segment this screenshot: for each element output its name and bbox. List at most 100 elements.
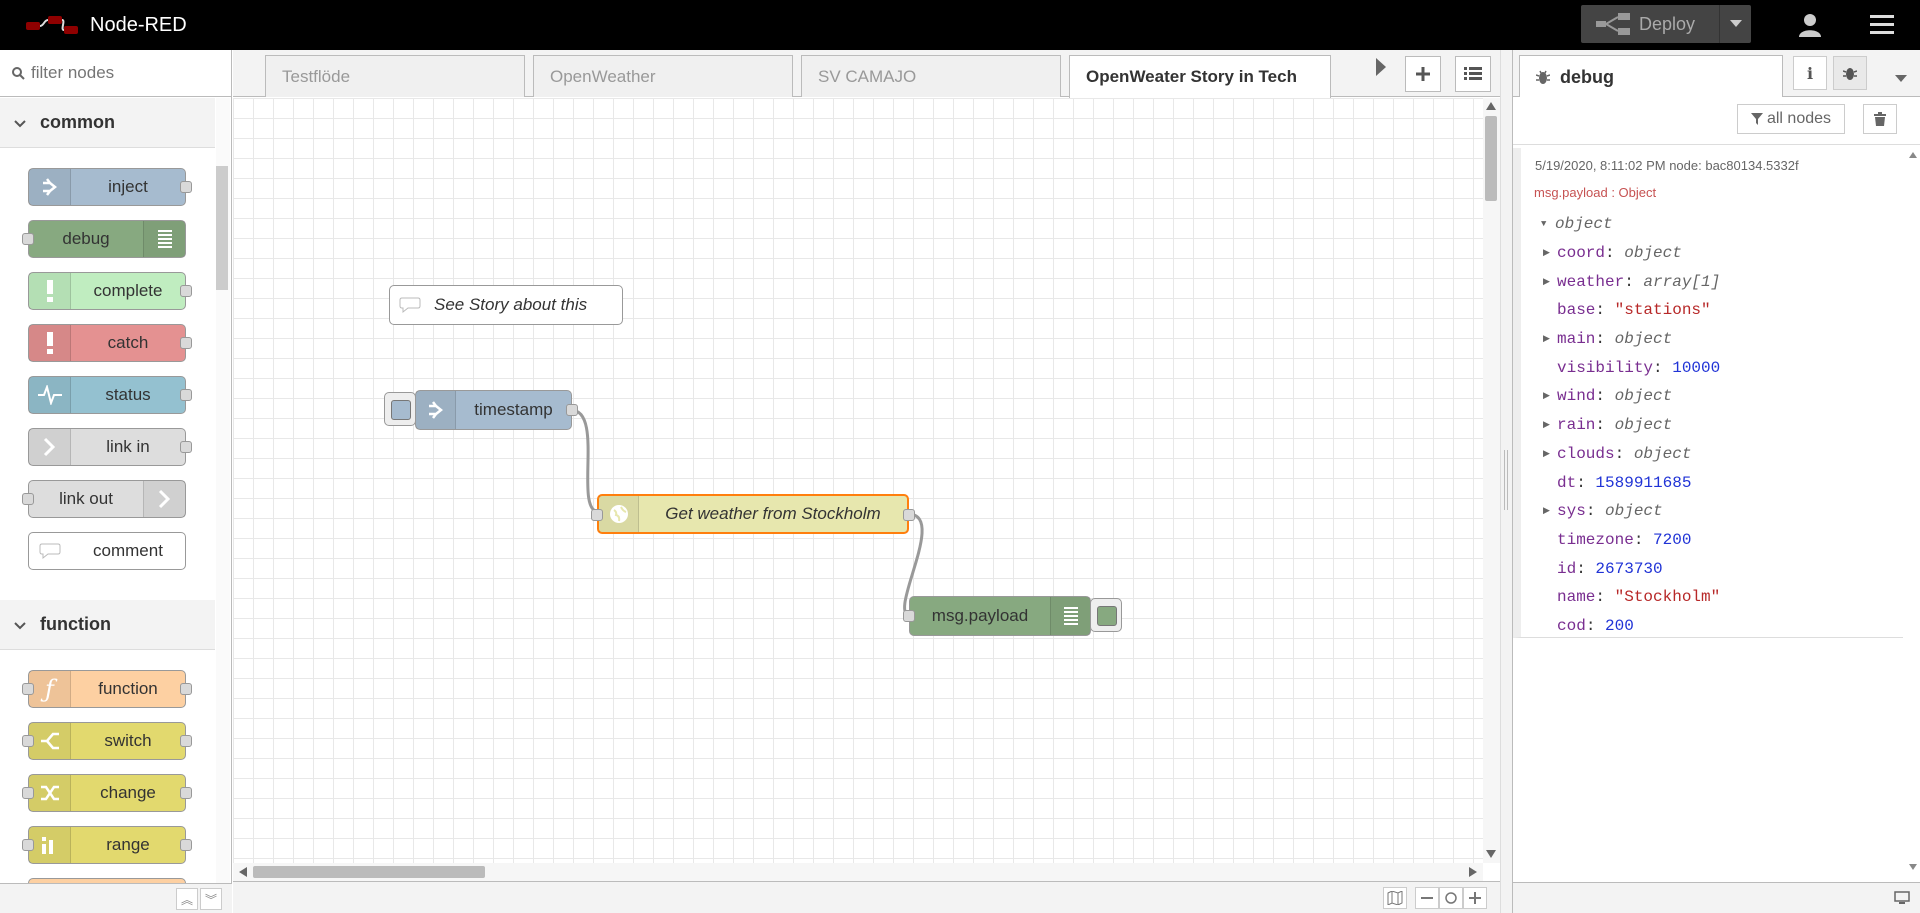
palette-node-complete[interactable]: complete <box>28 272 192 310</box>
tree-row-sys[interactable]: ▶ sys: object <box>1543 497 1720 526</box>
tree-row-main[interactable]: ▶ main: object <box>1543 325 1720 354</box>
list-flows-button[interactable] <box>1455 56 1491 92</box>
navigator-button[interactable] <box>1383 887 1407 909</box>
tree-row-rain[interactable]: ▶ rain: object <box>1543 411 1720 440</box>
filter-nodes-input[interactable] <box>31 63 221 83</box>
inject-arrow-icon <box>416 391 456 429</box>
palette-node-status[interactable]: status <box>28 376 192 414</box>
app-title: Node-RED <box>90 13 187 36</box>
sidebar-tab-debug[interactable]: debug <box>1519 55 1783 98</box>
tree-row-clouds[interactable]: ▶ clouds: object <box>1543 440 1720 469</box>
tab-openweater-story[interactable]: OpenWeater Story in Tech <box>1069 55 1331 98</box>
palette-node-link-in[interactable]: link in <box>28 428 192 466</box>
tree-value: "Stockholm" <box>1614 588 1721 607</box>
palette-node-inject[interactable]: inject <box>28 168 192 206</box>
palette-node-catch[interactable]: catch <box>28 324 192 362</box>
tab-scroll-right-icon[interactable] <box>1376 58 1386 81</box>
palette-node-range[interactable]: range <box>22 826 192 864</box>
debug-tab-button[interactable] <box>1833 56 1867 90</box>
caret-right-icon: ▶ <box>1543 420 1550 431</box>
deploy-menu-caret-icon[interactable] <box>1719 5 1751 43</box>
pulse-icon <box>29 377 71 413</box>
input-port[interactable] <box>903 610 915 622</box>
scroll-up-icon[interactable] <box>1909 152 1917 158</box>
zoom-reset-button[interactable] <box>1439 887 1463 909</box>
scroll-down-icon[interactable] <box>1909 864 1917 870</box>
palette-node-label: comment <box>93 541 163 560</box>
palette-node-switch[interactable]: switch <box>22 722 192 760</box>
tab-sv-camajo[interactable]: SV CAMAJO <box>801 55 1061 97</box>
palette-node-change[interactable]: change <box>22 774 192 812</box>
scrollbar-thumb[interactable] <box>216 166 228 290</box>
tree-row-weather[interactable]: ▶ weather: array[1] <box>1543 267 1720 296</box>
separator-grip[interactable] <box>1504 450 1508 510</box>
tab-openweather[interactable]: OpenWeather <box>533 55 793 97</box>
info-tab-button[interactable]: i <box>1793 56 1827 90</box>
tree-value: 2673730 <box>1595 559 1663 578</box>
filter-icon <box>1750 113 1763 125</box>
sidebar-scrollbar[interactable] <box>1905 148 1920 878</box>
tab-testflode[interactable]: Testflöde <box>265 55 525 97</box>
zoom-in-button[interactable] <box>1463 887 1487 909</box>
tree-root[interactable]: ▼ object <box>1541 210 1720 239</box>
scroll-left-icon[interactable] <box>239 867 247 877</box>
output-port <box>180 389 192 401</box>
user-menu-button[interactable] <box>1790 5 1830 45</box>
category-header-common[interactable]: common <box>0 98 215 148</box>
flow-node-get-weather[interactable]: Get weather from Stockholm <box>591 494 915 534</box>
open-debug-window-button[interactable] <box>1891 888 1913 908</box>
debug-toggle-button[interactable] <box>1090 598 1122 632</box>
scroll-up-icon[interactable] <box>1486 102 1496 110</box>
palette-node-label: range <box>106 835 150 854</box>
shuffle-icon <box>29 775 71 811</box>
scrollbar-thumb[interactable] <box>1485 116 1497 201</box>
palette-scrollbar[interactable] <box>216 98 230 913</box>
tree-value: object <box>1633 444 1692 463</box>
sidebar-separator[interactable] <box>1500 50 1512 913</box>
debug-list-icon <box>143 221 185 257</box>
output-port[interactable] <box>566 404 578 416</box>
flow-node-comment[interactable]: See Story about this <box>389 285 623 325</box>
palette-node-comment[interactable]: comment <box>28 532 186 570</box>
tree-value: array[1] <box>1643 272 1721 291</box>
palette-node-link-out[interactable]: link out <box>22 480 186 518</box>
tree-value: 1589911685 <box>1595 473 1692 492</box>
debug-filter-button[interactable]: all nodes <box>1737 104 1845 134</box>
canvas-horizontal-scrollbar[interactable] <box>233 863 1483 881</box>
add-flow-button[interactable] <box>1405 56 1441 92</box>
flow-node-msg-payload[interactable]: msg.payload <box>903 596 1091 636</box>
tree-separator: : <box>1595 301 1615 320</box>
output-port[interactable] <box>903 509 915 521</box>
scroll-down-icon[interactable] <box>1486 850 1496 858</box>
tree-row-wind[interactable]: ▶ wind: object <box>1543 382 1720 411</box>
palette-node-debug[interactable]: debug <box>22 220 186 258</box>
inject-arrow-icon <box>29 169 71 205</box>
caret-right-icon: ▶ <box>1543 248 1550 259</box>
deploy-button[interactable]: Deploy <box>1581 5 1751 43</box>
tree-key: timezone <box>1557 530 1634 549</box>
tree-row-coord[interactable]: ▶ coord: object <box>1543 239 1720 268</box>
expand-all-button[interactable]: ︾ <box>200 888 222 910</box>
sidebar-menu-caret-icon[interactable] <box>1895 70 1907 88</box>
flow-canvas[interactable]: See Story about this timestamp Get weath… <box>233 98 1483 863</box>
output-port <box>180 735 192 747</box>
range-icon <box>29 827 71 863</box>
canvas-vertical-scrollbar[interactable] <box>1483 98 1500 863</box>
sidebar-tabs: debug i <box>1513 50 1920 98</box>
category-header-function[interactable]: function <box>0 600 215 650</box>
collapse-all-button[interactable]: ︽ <box>176 888 198 910</box>
zoom-out-button[interactable] <box>1415 887 1439 909</box>
scroll-right-icon[interactable] <box>1469 867 1477 877</box>
plus-icon <box>1416 67 1430 81</box>
inject-trigger-button[interactable] <box>384 392 416 426</box>
palette-node-function[interactable]: ƒ function <box>22 670 192 708</box>
exclamation-icon <box>29 273 71 309</box>
clear-debug-button[interactable] <box>1863 104 1897 134</box>
palette-filter <box>0 50 232 97</box>
input-port[interactable] <box>591 509 603 521</box>
scrollbar-thumb[interactable] <box>253 866 485 878</box>
flow-node-timestamp[interactable]: timestamp <box>415 390 578 430</box>
palette-node-label: switch <box>104 731 152 750</box>
main-menu-button[interactable] <box>1862 5 1902 45</box>
input-port <box>22 683 34 695</box>
